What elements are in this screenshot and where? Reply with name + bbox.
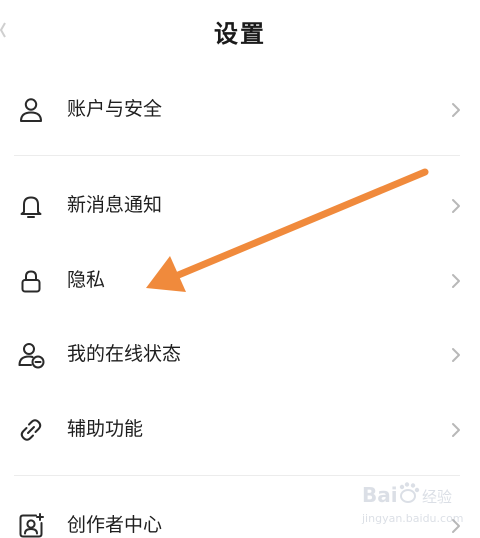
- svg-text:经验: 经验: [422, 488, 452, 506]
- person-icon: [16, 95, 46, 125]
- link-icon: [16, 415, 46, 445]
- creator-badge-icon: [16, 511, 46, 538]
- menu-item-label: 辅助功能: [67, 418, 144, 440]
- menu-item-accessibility[interactable]: 辅助功能: [0, 400, 480, 460]
- menu-item-label: 隐私: [67, 269, 106, 291]
- menu-item-account-security[interactable]: 账户与安全: [0, 80, 480, 140]
- menu-item-label: 新消息通知: [67, 194, 163, 216]
- section-divider: [14, 155, 460, 156]
- settings-screen: 设置 账户与安全 新消息通知 隐私 我的在线状态 辅助功能 创作者中心 Bai …: [0, 0, 480, 538]
- menu-item-label: 我的在线状态: [67, 343, 182, 365]
- menu-item-privacy[interactable]: 隐私: [0, 251, 480, 311]
- chevron-right-icon: [446, 345, 466, 365]
- svg-text:Bai: Bai: [362, 483, 398, 507]
- chevron-right-icon: [446, 196, 466, 216]
- lock-icon: [16, 266, 46, 296]
- svg-text:jingyan.baidu.com: jingyan.baidu.com: [361, 512, 464, 525]
- menu-item-label: 账户与安全: [67, 98, 163, 120]
- menu-item-label: 创作者中心: [67, 514, 163, 536]
- chevron-right-icon: [446, 271, 466, 291]
- chevron-right-icon: [446, 420, 466, 440]
- menu-item-online-status[interactable]: 我的在线状态: [0, 325, 480, 385]
- watermark-logo: Bai 经验 jingyan.baidu.com: [361, 482, 464, 525]
- chevron-right-icon: [446, 100, 466, 120]
- bell-icon: [16, 191, 46, 221]
- person-status-icon: [16, 340, 46, 370]
- header: 设置: [0, 0, 480, 62]
- menu-item-notifications[interactable]: 新消息通知: [0, 176, 480, 236]
- page-title: 设置: [214, 20, 266, 48]
